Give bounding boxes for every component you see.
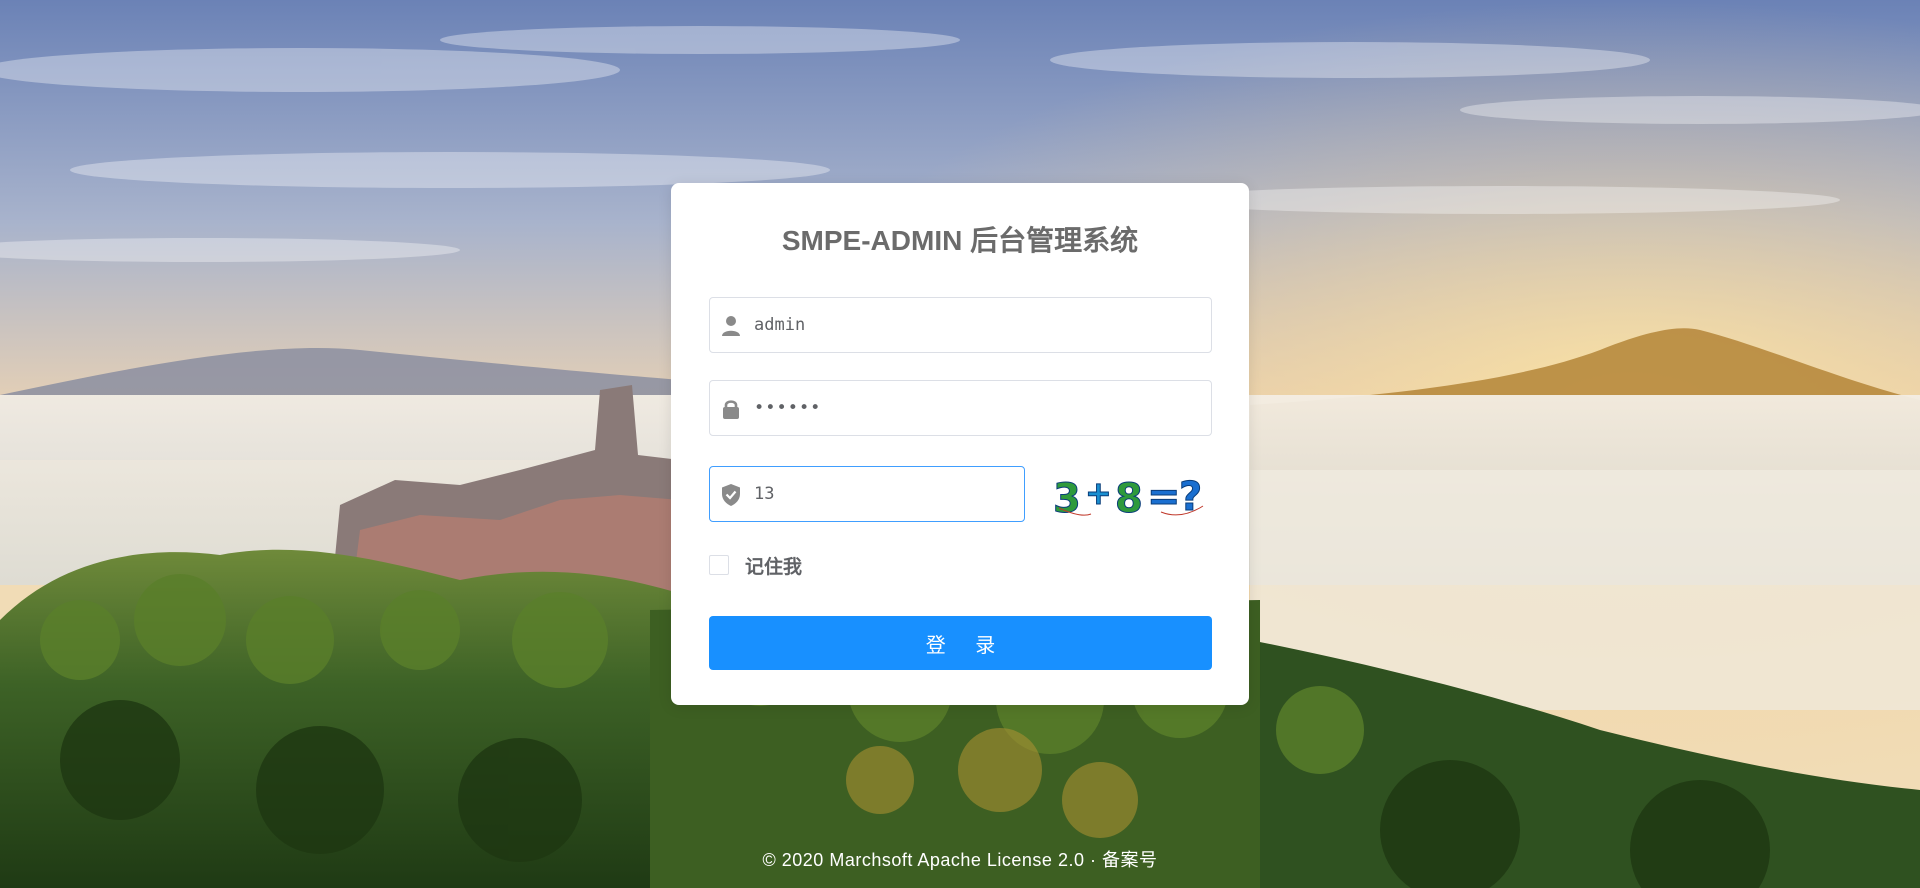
password-input[interactable] [754, 381, 1194, 435]
remember-me-checkbox[interactable] [709, 555, 729, 575]
captcha-char-5: ? [1179, 474, 1202, 520]
lock-icon [720, 397, 742, 421]
username-field[interactable] [709, 297, 1212, 353]
username-input[interactable] [754, 298, 1194, 352]
captcha-char-3: 8 [1115, 476, 1143, 522]
page-title: SMPE-ADMIN 后台管理系统 [781, 225, 1139, 256]
captcha-code-input[interactable] [754, 467, 1014, 521]
password-field[interactable] [709, 380, 1212, 436]
remember-me[interactable]: 记住我 [709, 553, 803, 578]
remember-me-label: 记住我 [745, 556, 803, 578]
login-button[interactable]: 登 录 [709, 616, 1212, 670]
user-icon [720, 314, 742, 338]
captcha-char-2: + [1085, 474, 1112, 512]
captcha-char-1: 3 [1053, 476, 1081, 522]
footer-copyright: © 2020 Marchsoft Apache License 2.0 · 备案… [762, 850, 1158, 870]
login-card: SMPE-ADMIN 后台管理系统 admin 13 3 + 8 = ? 记住我… [671, 183, 1249, 705]
captcha-code-field[interactable] [709, 466, 1025, 522]
shield-icon [720, 483, 742, 507]
captcha-image[interactable]: 3 + 8 = ? [1051, 468, 1211, 523]
